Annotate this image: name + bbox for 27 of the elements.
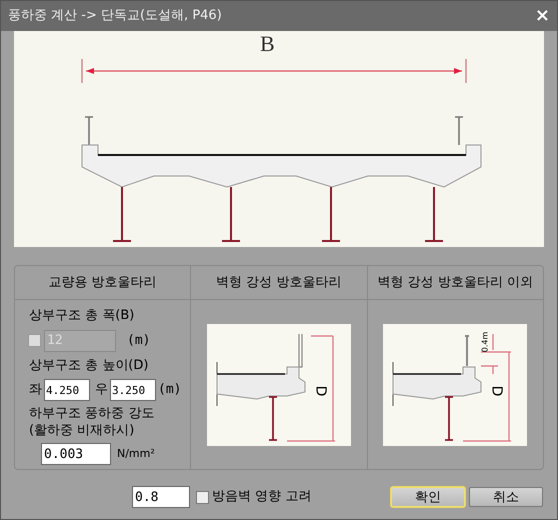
close-button[interactable]: × — [534, 7, 550, 25]
width-label-text: 상부구조 총 폭(B) — [29, 307, 136, 325]
strength-field[interactable]: 0.003 — [41, 443, 111, 465]
depth-label: D — [490, 386, 504, 396]
checkbox-label: 방음벽 영향 고려 — [212, 488, 312, 506]
unit-label: (m) — [127, 332, 150, 350]
left-height-field[interactable]: 4.250 — [44, 379, 90, 401]
left-label: 좌 — [29, 381, 42, 400]
section-heading: 교량용 방호울타리 — [15, 266, 190, 300]
right-label: 우 — [95, 381, 108, 400]
section-heading: 벽형 강성 방호울타리 이외 — [368, 266, 543, 300]
unit-label: N/mm² — [117, 446, 155, 462]
unit-label: (m) — [158, 381, 182, 400]
dialog-button[interactable]: 취소 — [469, 487, 543, 507]
checkbox[interactable] — [28, 334, 41, 347]
strength-label: (활하중 비재하시) — [29, 422, 136, 439]
section-heading: 벽형 강성 방호울타리 — [191, 266, 366, 300]
factor-field[interactable]: 0.8 — [132, 486, 190, 508]
window-title: 풍하중 계산 -> 단독교(도설해, P46) — [8, 7, 222, 26]
dialog-button[interactable]: 확인 — [391, 487, 465, 507]
checkbox[interactable] — [196, 490, 209, 504]
offset-label: 0.4m — [482, 332, 490, 352]
depth-label: D — [313, 386, 328, 396]
width-label: B — [260, 33, 275, 55]
strength-label: 하부구조 풍하중 강도 — [29, 405, 156, 422]
height-label: 상부구조 총 높이(D) — [29, 356, 150, 374]
right-height-field[interactable]: 3.250 — [110, 379, 156, 401]
